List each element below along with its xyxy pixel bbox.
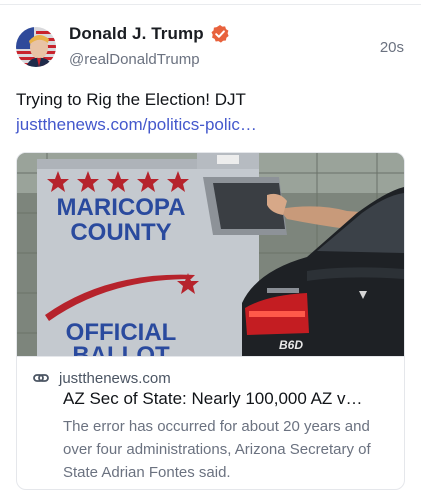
post-link[interactable]: justthenews.com/politics-polic… [16,115,257,135]
link-preview-card[interactable]: MARICOPA COUNTY OFFICIAL BALLOT B6D just… [16,152,405,490]
card-title[interactable]: AZ Sec of State: Nearly 100,000 AZ v… [63,389,393,409]
sign-text-county: COUNTY [70,219,171,246]
verified-badge-icon [211,25,229,43]
top-divider [0,4,421,5]
preview-image[interactable]: MARICOPA COUNTY OFFICIAL BALLOT B6D [17,153,404,356]
car-badge-text: B6D [279,338,303,352]
display-name[interactable]: Donald J. Trump [69,24,204,44]
avatar[interactable] [16,27,56,67]
card-description: The error has occurred for about 20 year… [63,418,371,481]
card-divider [17,356,404,357]
card-domain: justthenews.com [59,369,171,387]
post-timestamp[interactable]: 20s [380,39,404,56]
card-domain-row: justthenews.com [32,369,171,387]
chain-link-icon [33,374,49,382]
sign-text-maricopa: MARICOPA [57,194,186,221]
user-handle[interactable]: @realDonaldTrump [69,51,200,68]
sign-text-ballot: BALLOT [72,342,170,356]
flag-portrait-avatar-icon [16,27,56,67]
name-row: Donald J. Trump [69,24,230,44]
post-text: Trying to Rig the Election! DJT [16,90,246,109]
